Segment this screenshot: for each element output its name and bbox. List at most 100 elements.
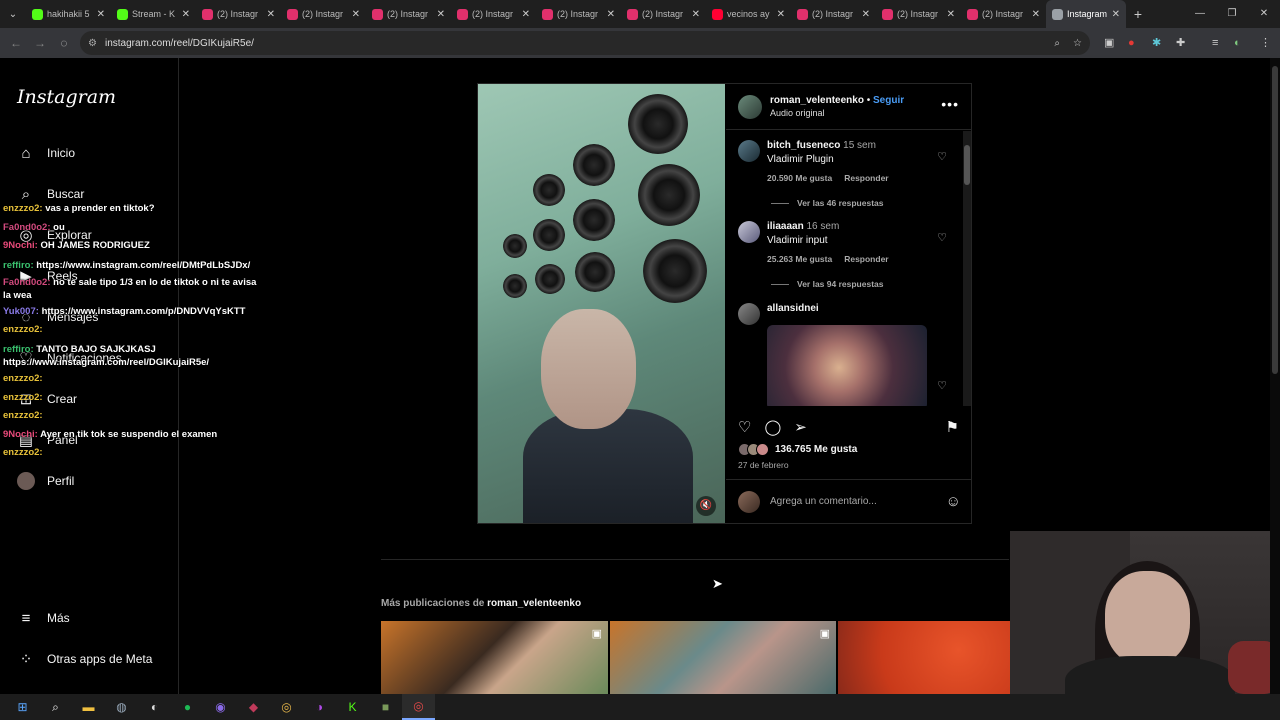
extension-record-icon[interactable]: ● bbox=[1128, 28, 1135, 58]
browser-tab[interactable]: (2) Instagr ✕ bbox=[366, 0, 451, 28]
browser-tab[interactable]: Instagram ✕ bbox=[1046, 0, 1126, 28]
tab-close-icon[interactable]: ✕ bbox=[182, 9, 190, 20]
chrome-active-icon[interactable]: ◎ bbox=[402, 694, 435, 720]
reel-video[interactable]: 🔇 bbox=[478, 84, 725, 523]
view-replies[interactable]: Ver las 94 respuestas bbox=[771, 279, 883, 289]
nav-more[interactable]: ≡ Más bbox=[17, 609, 70, 627]
like-icon[interactable]: ♡ bbox=[738, 418, 751, 436]
post-thumbnail[interactable] bbox=[838, 621, 1010, 694]
browser-tab[interactable]: (2) Instagr ✕ bbox=[196, 0, 281, 28]
tab-close-icon[interactable]: ✕ bbox=[692, 9, 700, 20]
comment-icon[interactable]: ◯ bbox=[764, 418, 781, 436]
forward-button[interactable]: → bbox=[28, 36, 52, 50]
comment-likes[interactable]: 25.263 Me gusta bbox=[767, 254, 832, 264]
nav-profile[interactable]: Perfil bbox=[17, 472, 74, 490]
more-options-icon[interactable]: ••• bbox=[941, 96, 959, 112]
browser-tab[interactable]: (2) Instagr ✕ bbox=[451, 0, 536, 28]
browser-tab[interactable]: (2) Instagr ✕ bbox=[536, 0, 621, 28]
browser-tab[interactable]: Stream - K ✕ bbox=[111, 0, 196, 28]
commenter-name[interactable]: bitch_fuseneco bbox=[767, 140, 840, 151]
post-thumbnail[interactable]: ▣ bbox=[610, 621, 836, 694]
tab-close-icon[interactable]: ✕ bbox=[352, 9, 360, 20]
commenter-avatar[interactable] bbox=[738, 303, 760, 325]
minecraft-icon[interactable]: ■ bbox=[369, 694, 402, 720]
commenter-name[interactable]: iliaaaan bbox=[767, 221, 804, 232]
reply-button[interactable]: Responder bbox=[844, 173, 888, 183]
nav-meta-apps[interactable]: ⁘ Otras apps de Meta bbox=[17, 650, 153, 668]
tab-close-icon[interactable]: ✕ bbox=[437, 9, 445, 20]
new-tab-button[interactable]: + bbox=[1126, 6, 1150, 22]
bookmark-star-icon[interactable]: ☆ bbox=[1073, 38, 1082, 49]
emoji-icon[interactable]: ☺ bbox=[946, 493, 961, 510]
tab-close-icon[interactable]: ✕ bbox=[1032, 9, 1040, 20]
minimize-button[interactable]: — bbox=[1184, 0, 1216, 28]
comment-input[interactable]: Agrega un comentario... bbox=[770, 496, 877, 507]
back-button[interactable]: ← bbox=[4, 36, 28, 50]
comment-like-icon[interactable]: ♡ bbox=[937, 150, 947, 163]
post-thumbnail[interactable]: ▣ bbox=[381, 621, 608, 694]
tab-close-icon[interactable]: ✕ bbox=[97, 9, 105, 20]
taskbar-search-icon[interactable]: ⌕ bbox=[39, 694, 72, 720]
spotify-icon[interactable]: ● bbox=[171, 694, 204, 720]
kick-icon[interactable]: K bbox=[336, 694, 369, 720]
profile-avatar[interactable]: ◐ bbox=[1234, 28, 1241, 58]
extension-icon[interactable]: ▣ bbox=[1104, 28, 1114, 58]
tab-close-icon[interactable]: ✕ bbox=[607, 9, 615, 20]
more-posts-user[interactable]: roman_velenteenko bbox=[487, 598, 581, 609]
browser-menu-icon[interactable]: ⋮ bbox=[1260, 28, 1271, 58]
save-bookmark-icon[interactable]: ⚑ bbox=[946, 418, 959, 436]
comment-like-icon[interactable]: ♡ bbox=[937, 231, 947, 244]
app-icon[interactable]: ◐ bbox=[138, 694, 171, 720]
commenter-avatar[interactable] bbox=[738, 140, 760, 162]
instagram-logo[interactable]: Instagram bbox=[17, 86, 116, 108]
browser-tab[interactable]: (2) Instagr ✕ bbox=[876, 0, 961, 28]
browser-tab[interactable]: (2) Instagr ✕ bbox=[621, 0, 706, 28]
share-icon[interactable]: ➢ bbox=[794, 418, 807, 436]
loading-icon[interactable]: ◌ bbox=[52, 36, 76, 50]
tab-close-icon[interactable]: ✕ bbox=[267, 9, 275, 20]
follow-button[interactable]: Seguir bbox=[873, 95, 904, 106]
browser-tab[interactable]: (2) Instagr ✕ bbox=[281, 0, 366, 28]
page-scrollbar[interactable] bbox=[1270, 58, 1280, 694]
tab-close-icon[interactable]: ✕ bbox=[947, 9, 955, 20]
tab-close-icon[interactable]: ✕ bbox=[777, 9, 785, 20]
audio-label[interactable]: Audio original bbox=[770, 108, 904, 118]
chat-message: Yuk007: https://www.instagram.com/p/DNDV… bbox=[3, 304, 265, 323]
file-explorer-icon[interactable]: ▬ bbox=[72, 694, 105, 720]
like-count[interactable]: 136.765 Me gusta bbox=[775, 444, 857, 455]
tab-search-button[interactable]: ⌄ bbox=[0, 0, 26, 28]
comment-likes[interactable]: 20.590 Me gusta bbox=[767, 173, 832, 183]
comment-like-icon[interactable]: ♡ bbox=[937, 379, 947, 392]
app-icon[interactable]: ◆ bbox=[237, 694, 270, 720]
commenter-avatar[interactable] bbox=[738, 221, 760, 243]
chrome-icon[interactable]: ◎ bbox=[270, 694, 303, 720]
browser-tab[interactable]: (2) Instagr ✕ bbox=[791, 0, 876, 28]
tab-close-icon[interactable]: ✕ bbox=[862, 9, 870, 20]
extension-icon[interactable]: ✱ bbox=[1152, 28, 1161, 58]
browser-tab[interactable]: (2) Instagr ✕ bbox=[961, 0, 1046, 28]
tab-close-icon[interactable]: ✕ bbox=[522, 9, 530, 20]
browser-tab[interactable]: vecinos ay ✕ bbox=[706, 0, 791, 28]
address-bar[interactable]: ⚙ instagram.com/reel/DGIKujaiR5e/ ⌕ ☆ bbox=[80, 31, 1090, 55]
commenter-name[interactable]: allansidnei bbox=[767, 303, 819, 314]
browser-tab[interactable]: hakihakii 5 ✕ bbox=[26, 0, 111, 28]
steam-icon[interactable]: ◍ bbox=[105, 694, 138, 720]
author-username[interactable]: roman_velenteenko bbox=[770, 95, 864, 106]
site-info-icon[interactable]: ⚙ bbox=[88, 38, 97, 49]
author-avatar[interactable] bbox=[738, 94, 762, 119]
app-icon[interactable]: ◑ bbox=[303, 694, 336, 720]
comment-image[interactable] bbox=[767, 325, 927, 406]
discord-icon[interactable]: ◉ bbox=[204, 694, 237, 720]
view-replies[interactable]: Ver las 46 respuestas bbox=[771, 198, 883, 208]
tab-close-icon[interactable]: ✕ bbox=[1112, 9, 1120, 20]
extensions-puzzle-icon[interactable]: ✚ bbox=[1176, 28, 1185, 58]
maximize-button[interactable]: ❐ bbox=[1216, 0, 1248, 28]
start-windows-icon[interactable]: ⊞ bbox=[6, 694, 39, 720]
comments-scrollbar[interactable] bbox=[963, 131, 971, 406]
mute-icon[interactable]: 🔇 bbox=[696, 496, 716, 516]
zoom-icon[interactable]: ⌕ bbox=[1054, 38, 1060, 49]
reply-button[interactable]: Responder bbox=[844, 254, 888, 264]
media-control-icon[interactable]: ≡ bbox=[1212, 28, 1218, 58]
nav-home[interactable]: ⌂ Inicio bbox=[17, 144, 75, 162]
close-window-button[interactable]: ✕ bbox=[1248, 0, 1280, 28]
